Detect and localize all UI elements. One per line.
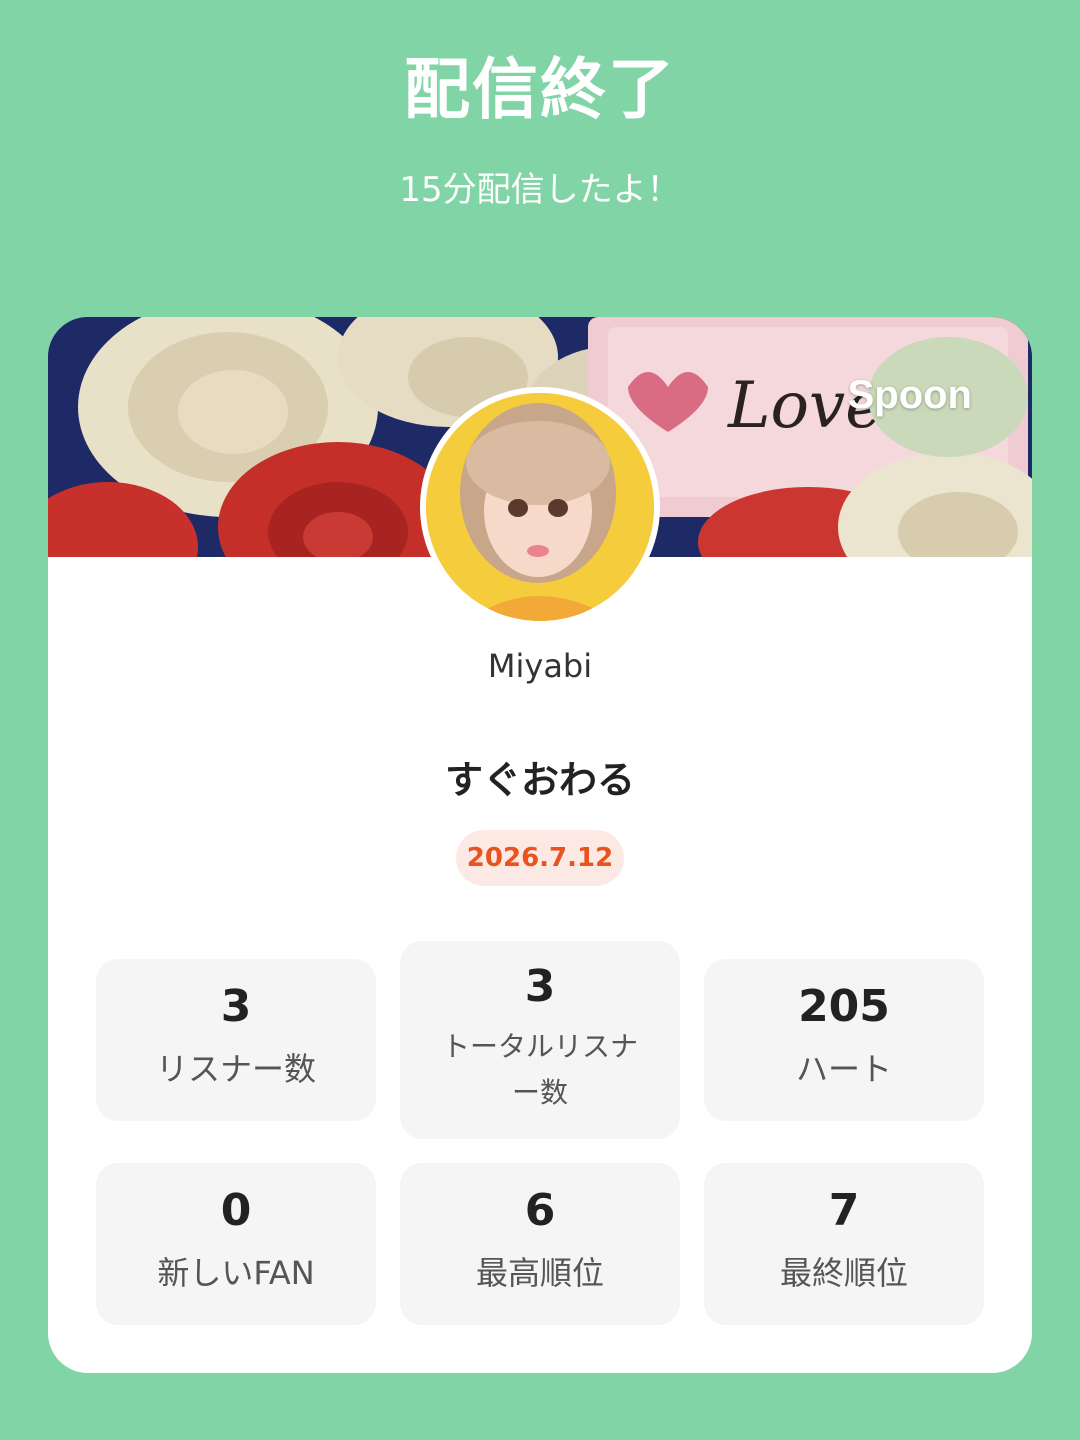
stat-hearts: 205 ハート — [704, 959, 984, 1121]
stat-total-listeners: 3 トータルリスナー数 — [400, 941, 680, 1139]
stat-label: ハート — [795, 1050, 892, 1088]
stat-label: トータルリスナー数 — [441, 1030, 638, 1109]
stat-final-rank: 7 最終順位 — [704, 1163, 984, 1325]
stat-label: リスナー数 — [155, 1050, 316, 1088]
stat-value: 3 — [220, 981, 252, 1032]
broadcast-summary-card: Love you Spoon Miya — [48, 317, 1032, 1373]
stream-title: すぐおわる — [444, 758, 635, 802]
stat-value: 6 — [524, 1185, 556, 1236]
avatar — [420, 387, 660, 627]
username: Miyabi — [487, 647, 593, 685]
stat-label: 新しいFAN — [157, 1254, 315, 1292]
stat-label: 最高順位 — [475, 1254, 604, 1292]
stat-value: 7 — [828, 1185, 860, 1236]
stat-listeners: 3 リスナー数 — [96, 959, 376, 1121]
stat-value: 3 — [524, 961, 556, 1012]
stat-value: 205 — [798, 981, 890, 1032]
page-title: 配信終了 — [404, 51, 676, 128]
date-badge: 2026.7.12 — [456, 830, 624, 886]
stat-highest-rank: 6 最高順位 — [400, 1163, 680, 1325]
stat-value: 0 — [220, 1185, 252, 1236]
duration-subtitle: 15分配信したよ！ — [399, 170, 681, 210]
spoon-logo: Spoon — [847, 373, 972, 417]
stat-label: 最終順位 — [779, 1254, 908, 1292]
stat-new-fans: 0 新しいFAN — [96, 1163, 376, 1325]
